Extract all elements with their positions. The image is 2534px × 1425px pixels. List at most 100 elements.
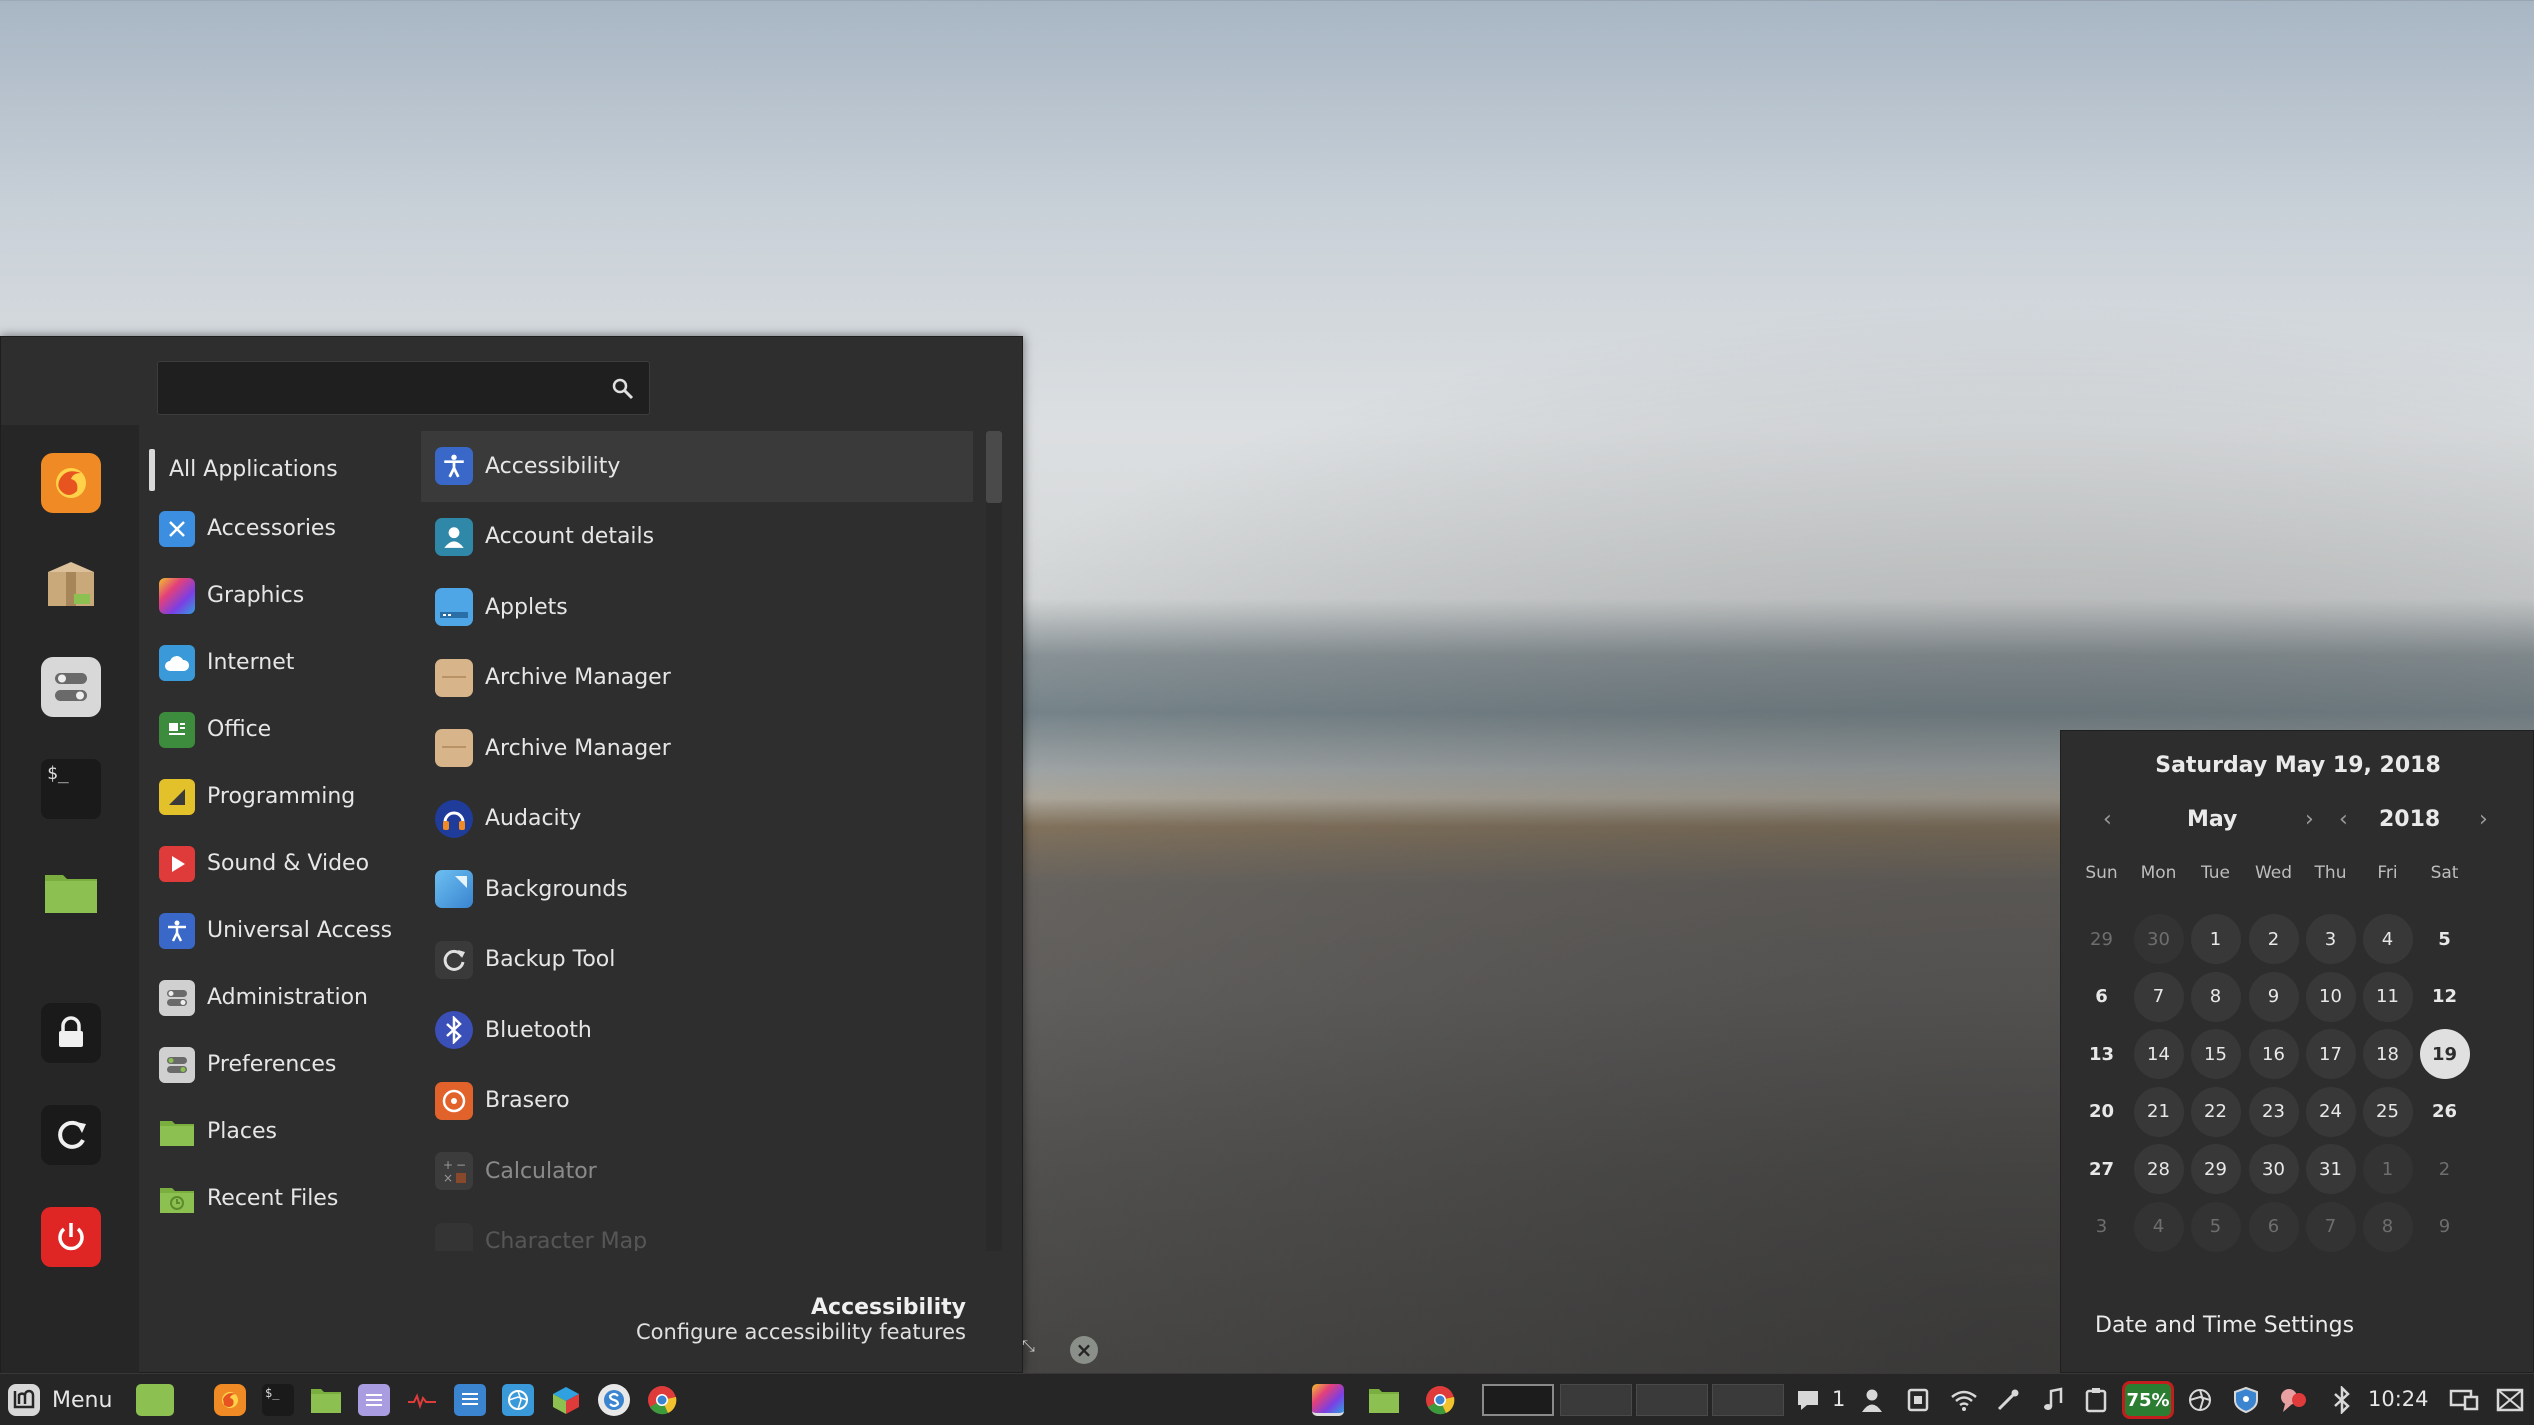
calendar-day[interactable]: 1 <box>2362 1144 2413 1194</box>
virtualbox-icon[interactable] <box>550 1384 582 1416</box>
calendar-day[interactable]: 2 <box>2420 1144 2470 1194</box>
app-bluetooth[interactable]: Bluetooth <box>421 995 973 1066</box>
calendar-day[interactable]: 4 <box>2362 914 2413 964</box>
lock-screen-icon[interactable] <box>41 1003 101 1063</box>
search-box[interactable] <box>157 361 650 415</box>
calendar-day[interactable]: 10 <box>2305 971 2356 1022</box>
shutter-icon[interactable] <box>502 1384 534 1416</box>
category-places[interactable]: Places <box>145 1098 415 1165</box>
document-viewer-icon[interactable] <box>454 1384 486 1416</box>
category-internet[interactable]: Internet <box>145 629 415 696</box>
logout-icon[interactable] <box>41 1105 101 1165</box>
calendar-day[interactable]: 5 <box>2420 914 2470 964</box>
sound-icon[interactable] <box>2038 1384 2070 1416</box>
calendar-day[interactable]: 2 <box>2248 914 2299 964</box>
calendar-day[interactable]: 12 <box>2420 972 2470 1022</box>
app-brasero[interactable]: Brasero <box>421 1066 973 1137</box>
app-backup-tool[interactable]: Backup Tool <box>421 925 973 996</box>
chrome-icon[interactable] <box>646 1384 678 1416</box>
vpn-shield-icon[interactable] <box>2230 1384 2262 1416</box>
prev-month-arrow-icon[interactable]: ‹ <box>2103 807 2112 832</box>
calendar-day[interactable]: 31 <box>2305 1144 2356 1194</box>
calendar-day[interactable]: 4 <box>2133 1201 2184 1252</box>
shutter-tray-icon[interactable] <box>2184 1384 2216 1416</box>
calendar-day[interactable]: 6 <box>2248 1201 2299 1252</box>
firefox-icon[interactable] <box>214 1384 246 1416</box>
next-month-arrow-icon[interactable]: › <box>2305 807 2314 832</box>
software-manager-icon[interactable] <box>41 555 101 615</box>
calendar-day[interactable]: 11 <box>2362 971 2413 1022</box>
calendar-day[interactable]: 30 <box>2133 914 2184 964</box>
category-recent-files[interactable]: Recent Files <box>145 1165 415 1232</box>
category-all-applications[interactable]: All Applications <box>145 443 415 495</box>
chrome-window-icon[interactable] <box>1424 1384 1456 1416</box>
system-monitor-icon[interactable] <box>406 1384 438 1416</box>
app-character-map[interactable]: Character Map <box>421 1207 973 1251</box>
calendar-day[interactable]: 5 <box>2190 1201 2241 1252</box>
workspace-1[interactable] <box>1482 1384 1554 1416</box>
search-icon[interactable] <box>611 377 635 401</box>
battery-indicator[interactable]: 75% <box>2122 1381 2174 1419</box>
category-administration[interactable]: Administration <box>145 964 415 1031</box>
files-window-icon[interactable] <box>1368 1384 1400 1416</box>
calendar-day[interactable]: 18 <box>2362 1029 2413 1079</box>
prev-year-arrow-icon[interactable]: ‹ <box>2339 807 2348 832</box>
terminal-icon[interactable]: $_ <box>41 759 101 819</box>
calendar-day[interactable]: 20 <box>2077 1087 2127 1137</box>
search-input[interactable] <box>168 370 588 406</box>
calendar-day[interactable]: 8 <box>2190 971 2241 1022</box>
firefox-icon[interactable] <box>41 453 101 513</box>
calendar-day[interactable]: 8 <box>2362 1201 2413 1252</box>
category-sound-video[interactable]: Sound & Video <box>145 830 415 897</box>
skype-icon[interactable] <box>598 1384 630 1416</box>
calendar-day[interactable]: 28 <box>2133 1144 2184 1194</box>
settings-toggle-icon[interactable] <box>41 657 101 717</box>
clipboard-icon[interactable] <box>2080 1384 2112 1416</box>
category-accessories[interactable]: Accessories <box>145 495 415 562</box>
app-archive-manager-2[interactable]: Archive Manager <box>421 713 973 784</box>
app-applets[interactable]: Applets <box>421 572 973 643</box>
calendar-day[interactable]: 30 <box>2248 1144 2299 1194</box>
calendar-day[interactable]: 29 <box>2077 914 2127 964</box>
removable-drives-icon[interactable] <box>1902 1384 1934 1416</box>
show-desktop-icon[interactable] <box>136 1384 174 1416</box>
calendar-day[interactable]: 9 <box>2420 1202 2470 1252</box>
calendar-day[interactable]: 15 <box>2190 1029 2241 1079</box>
wifi-icon[interactable] <box>1948 1384 1980 1416</box>
calendar-day[interactable]: 27 <box>2077 1144 2127 1194</box>
text-editor-icon[interactable] <box>358 1384 390 1416</box>
calendar-day[interactable]: 26 <box>2420 1087 2470 1137</box>
calendar-day[interactable]: 21 <box>2133 1086 2184 1137</box>
app-audacity[interactable]: Audacity <box>421 784 973 855</box>
menu-button[interactable]: Menu <box>6 1380 112 1420</box>
calendar-day[interactable]: 22 <box>2190 1086 2241 1137</box>
calendar-day[interactable]: 23 <box>2248 1086 2299 1137</box>
category-preferences[interactable]: Preferences <box>145 1031 415 1098</box>
workspace-4[interactable] <box>1712 1384 1784 1416</box>
calendar-day[interactable]: 7 <box>2305 1201 2356 1252</box>
scrollbar-thumb[interactable] <box>986 431 1002 503</box>
calendar-day[interactable]: 6 <box>2077 972 2127 1022</box>
app-calculator[interactable]: + − × Calculator <box>421 1136 973 1207</box>
calendar-day[interactable]: 24 <box>2305 1086 2356 1137</box>
category-graphics[interactable]: Graphics <box>145 562 415 629</box>
pidgin-icon[interactable] <box>2278 1384 2310 1416</box>
calendar-day[interactable]: 14 <box>2133 1029 2184 1079</box>
calendar-day[interactable]: 16 <box>2248 1029 2299 1079</box>
terminal-icon[interactable]: $_ <box>262 1384 294 1416</box>
close-icon[interactable]: × <box>1070 1336 1098 1364</box>
files-icon[interactable] <box>310 1384 342 1416</box>
show-desktop-corner-icon[interactable] <box>2494 1384 2526 1416</box>
display-icon[interactable] <box>2448 1384 2480 1416</box>
calendar-day[interactable]: 13 <box>2077 1029 2127 1079</box>
workspace-2[interactable] <box>1560 1384 1632 1416</box>
app-account-details[interactable]: Account details <box>421 502 973 573</box>
calendar-day[interactable]: 3 <box>2077 1202 2127 1252</box>
calendar-day[interactable]: 19 <box>2419 1029 2470 1079</box>
app-backgrounds[interactable]: Backgrounds <box>421 854 973 925</box>
app-accessibility[interactable]: Accessibility <box>421 431 973 502</box>
graphics-editor-window-icon[interactable] <box>1312 1384 1344 1416</box>
workspace-3[interactable] <box>1636 1384 1708 1416</box>
clock[interactable]: 10:24 <box>2368 1387 2429 1411</box>
app-archive-manager[interactable]: Archive Manager <box>421 643 973 714</box>
